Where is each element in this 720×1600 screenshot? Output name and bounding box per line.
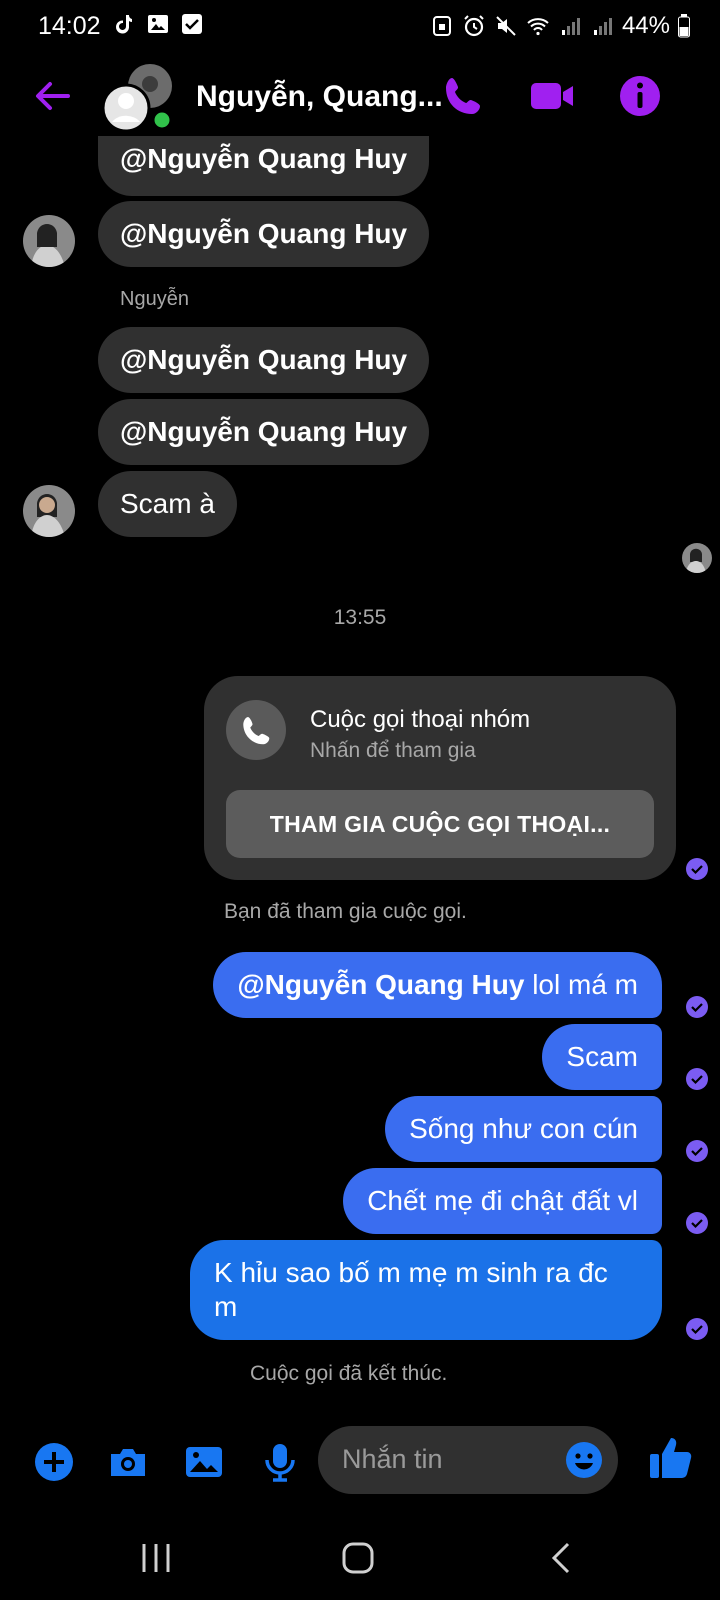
group-call-card[interactable]: Cuộc gọi thoại nhóm Nhấn để tham gia THA… <box>204 676 676 880</box>
emoji-icon[interactable] <box>564 1440 604 1480</box>
call-card-icon <box>226 700 286 760</box>
phone-icon <box>243 717 270 745</box>
avatar-stack-icon <box>101 64 173 133</box>
status-notification-icons <box>112 12 204 36</box>
message-line: K hỉu sao bố m mẹ m sinh ra đc <box>214 1257 608 1288</box>
call-card-subtitle: Nhấn để tham gia <box>310 739 476 762</box>
read-receipt-avatar <box>682 543 712 573</box>
outgoing-message[interactable]: @Nguyễn Quang Huy lol má m <box>213 952 662 1018</box>
camera-icon[interactable] <box>106 1440 150 1484</box>
tiktok-icon <box>116 15 132 34</box>
sent-check-icon <box>686 1318 708 1340</box>
home-icon[interactable] <box>338 1538 378 1578</box>
group-avatar[interactable] <box>101 62 176 134</box>
incoming-message[interactable]: @Nguyễn Quang Huy <box>98 327 430 393</box>
sender-avatar[interactable] <box>23 215 75 267</box>
sent-check-icon <box>686 1068 708 1090</box>
message-text: lol má m <box>524 969 638 1000</box>
sent-check-icon <box>686 858 708 880</box>
mention-text[interactable]: @Nguyễn Quang Huy <box>237 969 524 1000</box>
incoming-message[interactable]: Scam à <box>98 471 237 537</box>
person-photo-icon <box>23 485 75 537</box>
status-time: 14:02 <box>38 12 101 40</box>
battery-percent: 44% <box>621 12 670 39</box>
sent-check-icon <box>686 1212 708 1234</box>
gallery-icon[interactable] <box>182 1440 226 1484</box>
sender-avatar[interactable] <box>23 485 75 537</box>
contact-name[interactable]: Nguyễn, Quang... <box>196 80 443 114</box>
battery-icon <box>678 14 690 38</box>
message-input-placeholder: Nhắn tin <box>342 1444 443 1474</box>
message-line: m <box>214 1291 238 1322</box>
sender-name: Nguyễn <box>120 288 189 310</box>
recent-apps-icon[interactable] <box>136 1538 176 1578</box>
gallery-icon <box>148 15 168 33</box>
system-message-ended: Cuộc gọi đã kết thúc. <box>250 1362 448 1385</box>
outgoing-message[interactable]: Sống như con cún <box>385 1096 662 1162</box>
system-message-joined: Bạn đã tham gia cuộc gọi. <box>224 900 467 923</box>
incoming-message-partial[interactable]: @Nguyễn Quang Huy <box>98 136 430 196</box>
lock-rotate-icon <box>432 16 451 36</box>
microphone-icon[interactable] <box>258 1440 302 1484</box>
person-photo-icon <box>23 215 75 267</box>
video-call-icon[interactable] <box>528 72 576 120</box>
signal-icon-2 <box>593 18 612 35</box>
message-input[interactable]: Nhắn tin <box>318 1426 618 1494</box>
mute-icon <box>496 16 516 36</box>
sent-check-icon <box>686 1140 708 1162</box>
incoming-message[interactable]: @Nguyễn Quang Huy <box>98 399 430 465</box>
outgoing-message[interactable]: Scam <box>542 1024 662 1090</box>
like-thumbs-up-icon[interactable] <box>646 1432 696 1482</box>
add-icon[interactable] <box>32 1440 76 1484</box>
call-card-title: Cuộc gọi thoại nhóm <box>310 706 531 733</box>
sent-check-icon <box>686 996 708 1018</box>
outgoing-message[interactable]: Chết mẹ đi chật đất vl <box>343 1168 662 1234</box>
checkbox-icon <box>182 14 202 34</box>
person-photo-icon <box>682 543 712 573</box>
join-call-button[interactable]: THAM GIA CUỘC GỌI THOẠI... <box>226 790 654 858</box>
back-arrow-icon[interactable] <box>30 74 74 118</box>
outgoing-message[interactable]: K hỉu sao bố m mẹ m sinh ra đc m <box>190 1240 662 1340</box>
alarm-icon <box>464 15 484 37</box>
signal-icon-1 <box>561 18 580 35</box>
voice-call-icon[interactable] <box>440 72 488 120</box>
wifi-icon <box>527 18 549 36</box>
status-right: 44% <box>430 12 690 40</box>
nav-back-icon[interactable] <box>542 1538 582 1578</box>
message-timestamp: 13:55 <box>333 606 387 629</box>
incoming-message[interactable]: @Nguyễn Quang Huy <box>98 201 430 267</box>
info-icon[interactable] <box>616 72 664 120</box>
